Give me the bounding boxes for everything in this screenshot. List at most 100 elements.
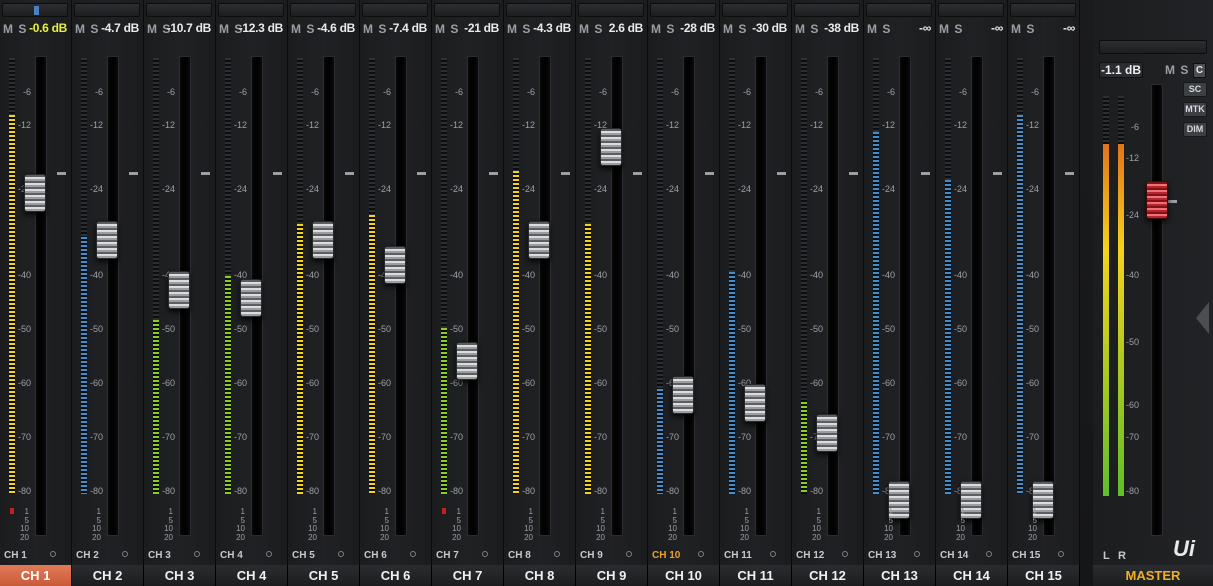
mute-solo-buttons[interactable]: M S xyxy=(939,22,963,36)
knob-icon[interactable] xyxy=(842,551,848,557)
scale-tick: -24 xyxy=(305,184,319,194)
pan-control[interactable] xyxy=(290,3,356,17)
pan-control[interactable] xyxy=(434,3,500,17)
mute-solo-buttons[interactable]: M S xyxy=(3,22,27,36)
pan-control[interactable] xyxy=(794,3,860,17)
fader-cap[interactable] xyxy=(672,376,694,414)
mute-solo-buttons[interactable]: M S xyxy=(579,22,603,36)
scale-tick: -12 xyxy=(737,120,751,130)
channel-label-12[interactable]: CH 12 xyxy=(792,565,864,586)
master-sc-button[interactable]: SC xyxy=(1183,82,1207,97)
master-label[interactable]: MASTER xyxy=(1093,565,1213,586)
pan-control[interactable] xyxy=(74,3,140,17)
knob-icon[interactable] xyxy=(698,551,704,557)
mute-solo-buttons[interactable]: M S xyxy=(435,22,459,36)
knob-icon[interactable] xyxy=(194,551,200,557)
fader-cap[interactable] xyxy=(240,279,262,318)
mute-solo-buttons[interactable]: M S xyxy=(867,22,891,36)
scale-tick: -50 xyxy=(953,324,967,334)
pan-control[interactable] xyxy=(866,3,932,17)
master-mute-solo[interactable]: M S xyxy=(1165,63,1189,77)
channel-strip: M S 2.6 dB -6 -12 -24 -40 -50 -60 -70 -80 1 5 10 20 CH… xyxy=(576,0,648,586)
small-scale-value: 20 xyxy=(524,532,533,542)
pan-control[interactable] xyxy=(146,3,212,17)
channel-label-4[interactable]: CH 4 xyxy=(216,565,288,586)
knob-icon[interactable] xyxy=(626,551,632,557)
knob-icon[interactable] xyxy=(122,551,128,557)
channel-strip: M S-0.6 dB-6-12-24-40-50-60-70-80151020C… xyxy=(0,0,72,586)
scale-tick: -6 xyxy=(166,87,175,97)
fader-cap[interactable] xyxy=(600,128,622,167)
pan-control[interactable] xyxy=(578,3,644,17)
knob-icon[interactable] xyxy=(986,551,992,557)
channel-label-7[interactable]: CH 7 xyxy=(432,565,504,586)
mute-solo-buttons[interactable]: M S xyxy=(507,22,531,36)
channel-label-9[interactable]: CH 9 xyxy=(576,565,648,586)
mute-solo-buttons[interactable]: M S xyxy=(651,22,675,36)
channel-label-2[interactable]: CH 2 xyxy=(72,565,144,586)
channel-label-13[interactable]: CH 13 xyxy=(864,565,936,586)
gain-readout: -4.6 dB xyxy=(317,21,355,35)
knob-icon[interactable] xyxy=(50,551,56,557)
fader-cap[interactable] xyxy=(168,271,190,309)
master-dim-button[interactable]: DIM xyxy=(1183,122,1207,137)
small-scale-value: 20 xyxy=(380,532,389,542)
channel-label-6[interactable]: CH 6 xyxy=(360,565,432,586)
master-fader-cap[interactable] xyxy=(1146,181,1168,220)
pan-control[interactable] xyxy=(1010,3,1076,17)
collapse-panel-button[interactable] xyxy=(1194,300,1210,336)
fader-cap[interactable] xyxy=(24,174,46,213)
knob-icon[interactable] xyxy=(1058,551,1064,557)
pan-control[interactable] xyxy=(362,3,428,17)
fader-track xyxy=(827,56,839,536)
knob-icon[interactable] xyxy=(266,551,272,557)
channel-strip: M S-∞-6-12-24-40-50-60-70-80151020CH 15 xyxy=(1008,0,1080,586)
master-pan[interactable] xyxy=(1099,40,1207,54)
channel-label-5[interactable]: CH 5 xyxy=(288,565,360,586)
master-mtk-button[interactable]: MTK xyxy=(1183,102,1207,117)
channel-short-name: CH 8 xyxy=(508,550,531,561)
fader-cap[interactable] xyxy=(384,245,406,284)
master-c-button[interactable]: C xyxy=(1193,63,1206,78)
mute-solo-buttons[interactable]: M S xyxy=(363,22,387,36)
pan-control[interactable] xyxy=(650,3,716,17)
fader-cap[interactable] xyxy=(744,384,766,423)
knob-icon[interactable] xyxy=(410,551,416,557)
scale-tick: -6 xyxy=(454,87,463,97)
mute-solo-buttons[interactable]: M S xyxy=(1011,22,1035,36)
fader-cap[interactable] xyxy=(816,413,838,452)
pan-control[interactable] xyxy=(218,3,284,17)
mute-solo-buttons[interactable]: M S xyxy=(75,22,99,36)
unity-mark xyxy=(561,172,570,175)
pan-control[interactable] xyxy=(722,3,788,17)
fader-cap[interactable] xyxy=(528,220,550,259)
scale-tick: -70 xyxy=(881,432,895,442)
channel-label-11[interactable]: CH 11 xyxy=(720,565,792,586)
knob-icon[interactable] xyxy=(482,551,488,557)
fader-cap[interactable] xyxy=(312,220,334,259)
channel-label-14[interactable]: CH 14 xyxy=(936,565,1008,586)
channel-label-15[interactable]: CH 15 xyxy=(1008,565,1080,586)
knob-icon[interactable] xyxy=(338,551,344,557)
fader-cap[interactable] xyxy=(96,220,118,259)
scale-tick: -24 xyxy=(233,184,247,194)
channel-label-1[interactable]: CH 1 xyxy=(0,565,72,586)
channel-label-8[interactable]: CH 8 xyxy=(504,565,576,586)
mute-solo-buttons[interactable]: M S xyxy=(795,22,819,36)
pan-control[interactable] xyxy=(2,3,68,17)
scale-tick: -6 xyxy=(526,87,535,97)
knob-icon[interactable] xyxy=(554,551,560,557)
scale-tick: -12 xyxy=(809,120,823,130)
fader-cap[interactable] xyxy=(456,342,478,381)
channel-label-3[interactable]: CH 3 xyxy=(144,565,216,586)
scale-tick: -60 xyxy=(1025,378,1039,388)
scale-tick: -12 xyxy=(89,120,103,130)
channel-label-10[interactable]: CH 10 xyxy=(648,565,720,586)
pan-control[interactable] xyxy=(506,3,572,17)
mute-solo-buttons[interactable]: M S xyxy=(723,22,747,36)
pan-control[interactable] xyxy=(938,3,1004,17)
knob-icon[interactable] xyxy=(914,551,920,557)
mute-solo-buttons[interactable]: M S xyxy=(291,22,315,36)
knob-icon[interactable] xyxy=(770,551,776,557)
channel-short-name: CH 5 xyxy=(292,550,315,561)
